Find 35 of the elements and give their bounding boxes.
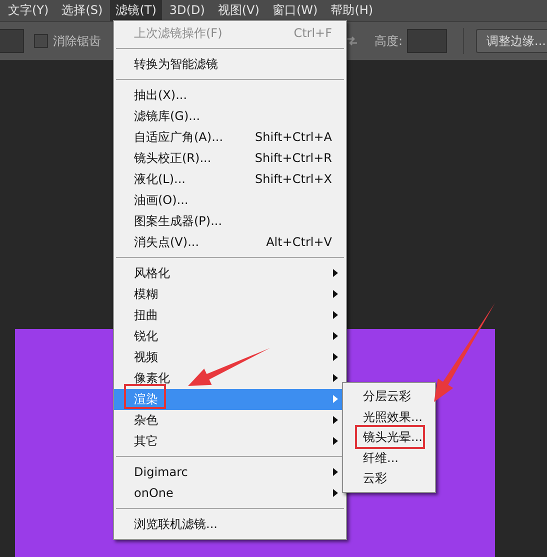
- menu-item[interactable]: 油画(O)...: [114, 190, 346, 211]
- height-label: 高度:: [374, 32, 403, 50]
- menu-item[interactable]: 模糊: [114, 284, 346, 305]
- menu-bar-item[interactable]: 滤镜(T): [110, 0, 162, 21]
- menu-item[interactable]: 风格化: [114, 263, 346, 284]
- menu-item[interactable]: 镜头校正(R)... Shift+Ctrl+R: [114, 148, 346, 169]
- menu-item[interactable]: 抽出(X)...: [114, 85, 346, 106]
- menu-item[interactable]: 图案生成器(P)...: [114, 211, 346, 232]
- menu-item[interactable]: 消失点(V)... Alt+Ctrl+V: [114, 232, 346, 253]
- input-field[interactable]: [0, 29, 24, 53]
- refine-edge-button[interactable]: 调整边缘...: [476, 29, 547, 53]
- highlight-box: [124, 384, 166, 409]
- menu-bar-item[interactable]: 视图(V): [212, 0, 266, 21]
- menu-item[interactable]: 扭曲: [114, 305, 346, 326]
- menu-item[interactable]: 滤镜库(G)...: [114, 106, 346, 127]
- menu-bar-item[interactable]: 窗口(W): [266, 0, 324, 21]
- menu-item[interactable]: 浏览联机滤镜...: [114, 514, 346, 535]
- menu-bar-item[interactable]: 文字(Y): [2, 0, 55, 21]
- highlight-box: [355, 425, 425, 449]
- menu-bar-item[interactable]: 3D(D): [163, 0, 211, 21]
- menu-item[interactable]: 锐化: [114, 326, 346, 347]
- checkbox-label: 消除锯齿: [53, 32, 101, 50]
- menu-item[interactable]: 自适应广角(A)... Shift+Ctrl+A: [114, 127, 346, 148]
- height-field[interactable]: [406, 29, 447, 53]
- menu-bar-item[interactable]: 帮助(H): [324, 0, 380, 21]
- menu-item[interactable]: 云彩: [343, 468, 435, 488]
- menu-item[interactable]: 液化(L)... Shift+Ctrl+X: [114, 169, 346, 190]
- menu-item[interactable]: 转换为智能滤镜: [114, 54, 346, 75]
- menu-item[interactable]: 分层云彩: [343, 386, 435, 406]
- menu-item[interactable]: 光照效果...: [343, 406, 435, 427]
- menu-item[interactable]: 纤维...: [343, 448, 435, 468]
- checkbox[interactable]: [34, 34, 48, 48]
- menu-item[interactable]: 视频: [114, 347, 346, 368]
- swap-icon[interactable]: [346, 36, 356, 46]
- menu-bar-item[interactable]: 选择(S): [56, 0, 109, 21]
